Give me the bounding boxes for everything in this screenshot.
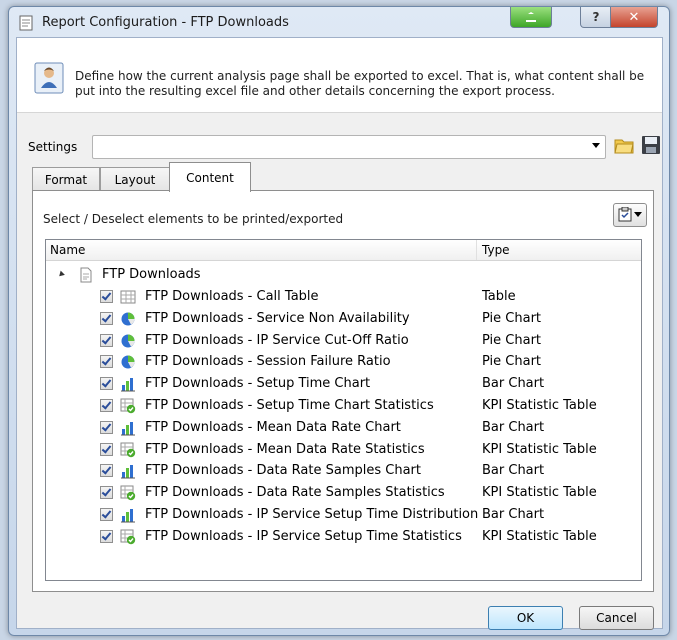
bar-chart-icon xyxy=(121,378,135,392)
item-checkbox[interactable] xyxy=(100,464,113,478)
column-header-name[interactable]: Name xyxy=(50,243,85,257)
tree-item-row[interactable]: FTP Downloads - Service Non Availability… xyxy=(46,308,641,330)
tree-item-row[interactable]: FTP Downloads - IP Service Setup Time Di… xyxy=(46,504,641,526)
bar-chart-icon xyxy=(121,465,135,479)
window-title: Report Configuration - FTP Downloads xyxy=(42,15,289,30)
tab-content[interactable]: Content xyxy=(169,162,251,192)
column-separator[interactable] xyxy=(476,240,477,260)
tree-item-row[interactable]: FTP Downloads - Data Rate Samples Chart B… xyxy=(46,460,641,482)
item-name: FTP Downloads - Setup Time Chart xyxy=(145,376,371,392)
item-checkbox[interactable] xyxy=(100,420,113,434)
tree-item-row[interactable]: FTP Downloads - Session Failure Ratio Pie… xyxy=(46,351,641,373)
item-name: FTP Downloads - Mean Data Rate Chart xyxy=(145,419,401,435)
description-text: Define how the current analysis page sha… xyxy=(75,69,645,98)
item-type: KPI Statistic Table xyxy=(482,528,597,544)
open-folder-button[interactable] xyxy=(613,134,635,156)
tab-layout[interactable]: Layout xyxy=(100,167,170,191)
item-name: FTP Downloads - Setup Time Chart Statist… xyxy=(145,398,434,413)
table-icon xyxy=(120,290,136,304)
settings-dropdown[interactable] xyxy=(92,135,606,159)
tree-item-row[interactable]: FTP Downloads - Mean Data Rate Chart Bar … xyxy=(46,417,641,439)
item-checkbox[interactable] xyxy=(100,399,113,412)
report-icon xyxy=(19,15,33,31)
item-name: FTP Downloads - Service Non Availability xyxy=(145,310,410,326)
tree-root-row[interactable]: FTP Downloads xyxy=(46,264,641,286)
tree-root-label: FTP Downloads xyxy=(102,267,201,282)
item-checkbox[interactable] xyxy=(100,442,113,456)
chevron-down-icon xyxy=(634,212,642,217)
tab-format[interactable]: Format xyxy=(32,167,100,191)
item-checkbox[interactable] xyxy=(100,290,113,303)
description-panel: Define how the current analysis page sha… xyxy=(17,38,662,113)
document-icon xyxy=(80,267,92,283)
bar-chart-icon xyxy=(121,421,135,436)
item-checkbox[interactable] xyxy=(100,311,113,325)
close-button[interactable]: ✕ xyxy=(610,7,658,28)
kpi-table-icon xyxy=(120,398,136,414)
bar-chart-icon xyxy=(121,509,135,523)
kpi-table-icon xyxy=(120,442,136,457)
minimize-icon xyxy=(526,12,536,22)
item-name: FTP Downloads - IP Service Setup Time Di… xyxy=(145,507,479,522)
title-bar[interactable]: Report Configuration - FTP Downloads ? ✕ xyxy=(9,7,669,37)
clipboard-icon xyxy=(618,207,632,222)
elements-tree[interactable]: Name Type FTP Downloads FTP Downloads - … xyxy=(45,239,642,581)
dialog-body: Define how the current analysis page sha… xyxy=(16,37,663,630)
item-type: Pie Chart xyxy=(482,332,542,348)
item-checkbox[interactable] xyxy=(100,377,113,391)
content-tab-panel: Select / Deselect elements to be printed… xyxy=(32,190,654,592)
tree-item-row[interactable]: FTP Downloads - IP Service Cut-Off Ratio… xyxy=(46,330,641,352)
report-configuration-dialog: Report Configuration - FTP Downloads ? ✕… xyxy=(8,6,670,636)
expand-collapse-icon[interactable] xyxy=(57,270,65,279)
item-name: FTP Downloads - Mean Data Rate Statistic… xyxy=(145,441,425,457)
close-icon: ✕ xyxy=(628,9,640,25)
pie-chart-icon xyxy=(121,355,135,369)
item-name: FTP Downloads - Session Failure Ratio xyxy=(145,354,391,370)
tree-item-row[interactable]: FTP Downloads - Setup Time Chart Bar Char… xyxy=(46,373,641,395)
kpi-table-icon xyxy=(120,485,136,501)
chevron-down-icon xyxy=(592,143,600,148)
ok-button[interactable]: OK xyxy=(488,606,563,630)
item-checkbox[interactable] xyxy=(100,355,113,369)
pie-chart-icon xyxy=(121,312,135,326)
item-name: FTP Downloads - Data Rate Samples Statis… xyxy=(145,485,445,501)
tree-item-row[interactable]: FTP Downloads - Data Rate Samples Statis… xyxy=(46,482,641,504)
help-icon: ? xyxy=(592,10,600,24)
cancel-button[interactable]: Cancel xyxy=(579,606,654,630)
item-type: KPI Statistic Table xyxy=(482,398,597,413)
item-type: Pie Chart xyxy=(482,310,542,326)
item-name: FTP Downloads - Data Rate Samples Chart xyxy=(145,463,421,479)
tree-item-row[interactable]: FTP Downloads - Setup Time Chart Statist… xyxy=(46,395,641,417)
item-type: KPI Statistic Table xyxy=(482,485,597,501)
item-checkbox[interactable] xyxy=(100,333,113,347)
item-name: FTP Downloads - Call Table xyxy=(145,289,319,304)
settings-label: Settings xyxy=(28,140,78,154)
kpi-table-icon xyxy=(120,529,136,544)
tree-item-row[interactable]: FTP Downloads - Mean Data Rate Statistic… xyxy=(46,439,641,461)
item-checkbox[interactable] xyxy=(100,508,113,521)
tree-header: Name Type xyxy=(46,240,641,261)
minimize-button[interactable] xyxy=(510,7,552,28)
item-name: FTP Downloads - IP Service Cut-Off Ratio xyxy=(145,332,409,348)
tree-item-row[interactable]: FTP Downloads - Call Table Table xyxy=(46,286,641,308)
item-name: FTP Downloads - IP Service Setup Time St… xyxy=(145,528,462,544)
item-type: Bar Chart xyxy=(482,507,545,522)
tree-item-row[interactable]: FTP Downloads - IP Service Setup Time St… xyxy=(46,526,641,548)
item-checkbox[interactable] xyxy=(100,486,113,500)
item-type: KPI Statistic Table xyxy=(482,441,597,457)
clipboard-options-button[interactable] xyxy=(613,203,647,227)
item-type: Bar Chart xyxy=(482,463,545,479)
pie-chart-icon xyxy=(121,334,135,348)
column-header-type[interactable]: Type xyxy=(482,243,510,257)
save-button[interactable] xyxy=(640,134,662,156)
item-type: Pie Chart xyxy=(482,354,542,370)
user-card-icon xyxy=(34,62,64,94)
item-type: Bar Chart xyxy=(482,376,545,392)
item-checkbox[interactable] xyxy=(100,529,113,543)
help-button[interactable]: ? xyxy=(580,7,612,28)
item-type: Bar Chart xyxy=(482,419,545,435)
instruction-text: Select / Deselect elements to be printed… xyxy=(43,212,344,226)
item-type: Table xyxy=(482,289,516,304)
